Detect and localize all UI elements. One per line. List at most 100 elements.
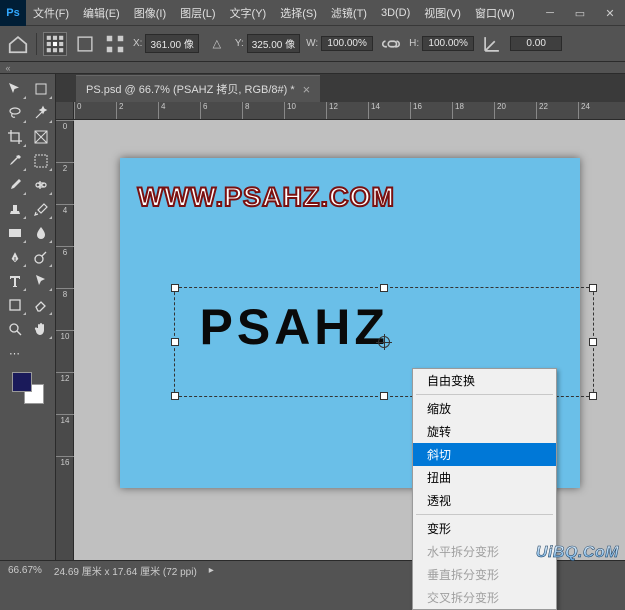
context-menu-separator — [416, 394, 553, 395]
document-tab-label: PS.psd @ 66.7% (PSAHZ 拷贝, RGB/8#) * — [86, 81, 295, 97]
y-value[interactable]: 325.00 像 — [247, 34, 300, 53]
transform-handle-w[interactable] — [171, 338, 179, 346]
x-field: X: 361.00 像 — [133, 34, 199, 53]
document-tabs: PS.psd @ 66.7% (PSAHZ 拷贝, RGB/8#) * × — [56, 74, 625, 102]
angle-icon[interactable] — [480, 32, 504, 56]
zoom-tool-icon[interactable] — [3, 318, 27, 340]
watermark: UiBQ.CoM — [536, 544, 619, 562]
context-menu-item[interactable]: 旋转 — [413, 420, 556, 443]
context-menu-item[interactable]: 变形 — [413, 517, 556, 540]
shape-tool-icon[interactable] — [3, 294, 27, 316]
menu-filter[interactable]: 滤镜(T) — [324, 0, 374, 26]
transform-center-icon[interactable] — [378, 336, 390, 348]
angle-value[interactable]: 0.00 — [510, 36, 562, 51]
transform-handle-sw[interactable] — [171, 392, 179, 400]
close-button[interactable]: ✕ — [595, 0, 625, 26]
magic-wand-icon[interactable] — [29, 102, 53, 124]
context-menu-item[interactable]: 扭曲 — [413, 466, 556, 489]
menu-3d[interactable]: 3D(D) — [374, 0, 417, 26]
title-bar: Ps 文件(F) 编辑(E) 图像(I) 图层(L) 文字(Y) 选择(S) 滤… — [0, 0, 625, 26]
home-icon[interactable] — [6, 32, 30, 56]
relative-position-icon[interactable] — [73, 32, 97, 56]
healing-brush-icon[interactable] — [29, 174, 53, 196]
marquee-tool-icon[interactable] — [29, 150, 53, 172]
menu-select[interactable]: 选择(S) — [273, 0, 324, 26]
reference-point-icon[interactable] — [43, 32, 67, 56]
path-selection-icon[interactable] — [29, 270, 53, 292]
menu-type[interactable]: 文字(Y) — [223, 0, 274, 26]
context-menu-item[interactable]: 自由变换 — [413, 369, 556, 392]
delta-icon[interactable]: △ — [205, 32, 229, 56]
window-controls: ─ ▭ ✕ — [535, 0, 625, 25]
minimize-button[interactable]: ─ — [535, 0, 565, 26]
context-menu-separator — [416, 514, 553, 515]
transform-anchor-icon[interactable] — [103, 32, 127, 56]
context-menu-item: 水平拆分变形 — [413, 540, 556, 563]
h-value[interactable]: 100.00% — [422, 36, 474, 51]
menu-image[interactable]: 图像(I) — [127, 0, 173, 26]
y-field: Y: 325.00 像 — [235, 34, 300, 53]
h-field: H: 100.00% — [409, 36, 474, 51]
type-tool-icon[interactable] — [3, 270, 27, 292]
transform-handle-nw[interactable] — [171, 284, 179, 292]
lasso-tool-icon[interactable] — [3, 102, 27, 124]
pen-tool-icon[interactable] — [3, 246, 27, 268]
menu-view[interactable]: 视图(V) — [417, 0, 468, 26]
history-brush-icon[interactable] — [29, 198, 53, 220]
transform-handle-ne[interactable] — [589, 284, 597, 292]
y-label: Y: — [235, 38, 244, 49]
blur-tool-icon[interactable] — [29, 222, 53, 244]
left-toolbar: ⋯ — [0, 74, 56, 560]
color-swatches[interactable] — [10, 370, 46, 406]
gradient-tool-icon[interactable] — [3, 222, 27, 244]
context-menu-item[interactable]: 透视 — [413, 489, 556, 512]
transform-handle-s[interactable] — [380, 392, 388, 400]
link-icon[interactable] — [379, 32, 403, 56]
url-text-layer: WWW.PSAHZ.COM — [138, 182, 395, 213]
menu-file[interactable]: 文件(F) — [26, 0, 76, 26]
menu-window[interactable]: 窗口(W) — [468, 0, 522, 26]
transform-handle-se[interactable] — [589, 392, 597, 400]
context-menu-item[interactable]: 斜切 — [413, 443, 556, 466]
frame-tool-icon[interactable] — [29, 126, 53, 148]
options-bar: X: 361.00 像 △ Y: 325.00 像 W: 100.00% H: … — [0, 26, 625, 62]
menu-edit[interactable]: 编辑(E) — [76, 0, 127, 26]
move-tool-icon[interactable] — [3, 78, 27, 100]
x-value[interactable]: 361.00 像 — [145, 34, 198, 53]
menu-layer[interactable]: 图层(L) — [173, 0, 222, 26]
chevron-right-icon[interactable]: ▸ — [209, 565, 214, 576]
main-menu: 文件(F) 编辑(E) 图像(I) 图层(L) 文字(Y) 选择(S) 滤镜(T… — [26, 0, 522, 25]
close-icon[interactable]: × — [303, 82, 311, 97]
context-menu-item: 垂直拆分变形 — [413, 563, 556, 586]
context-menu-item[interactable]: 缩放 — [413, 397, 556, 420]
hand-tool-icon[interactable] — [29, 318, 53, 340]
clone-stamp-icon[interactable] — [3, 198, 27, 220]
maximize-button[interactable]: ▭ — [565, 0, 595, 26]
transform-handle-e[interactable] — [589, 338, 597, 346]
artboard-tool-icon[interactable] — [29, 78, 53, 100]
zoom-level[interactable]: 66.67% — [8, 565, 42, 576]
app-logo: Ps — [0, 0, 26, 26]
brush-tool-icon[interactable] — [3, 174, 27, 196]
dodge-tool-icon[interactable] — [29, 246, 53, 268]
collapse-row: « — [0, 62, 625, 74]
document-tab[interactable]: PS.psd @ 66.7% (PSAHZ 拷贝, RGB/8#) * × — [76, 75, 320, 102]
h-label: H: — [409, 38, 419, 49]
eraser-tool-icon[interactable] — [29, 294, 53, 316]
edit-toolbar-icon[interactable]: ⋯ — [3, 342, 27, 364]
w-value[interactable]: 100.00% — [321, 36, 373, 51]
x-label: X: — [133, 38, 142, 49]
ruler-horizontal[interactable]: 024681012141618202224 — [74, 102, 625, 120]
ruler-vertical[interactable]: 0246810121416 — [56, 120, 74, 560]
eyedropper-icon[interactable] — [3, 150, 27, 172]
transform-handle-n[interactable] — [380, 284, 388, 292]
foreground-color[interactable] — [12, 372, 32, 392]
w-field: W: 100.00% — [306, 36, 373, 51]
ruler-origin[interactable] — [56, 102, 74, 120]
transform-context-menu: 自由变换缩放旋转斜切扭曲透视变形水平拆分变形垂直拆分变形交叉拆分变形 — [412, 368, 557, 610]
context-menu-item: 交叉拆分变形 — [413, 586, 556, 609]
toolbar-collapse-icon[interactable]: « — [0, 63, 16, 73]
crop-tool-icon[interactable] — [3, 126, 27, 148]
document-dimensions[interactable]: 24.69 厘米 x 17.64 厘米 (72 ppi) — [54, 563, 197, 578]
w-label: W: — [306, 38, 318, 49]
